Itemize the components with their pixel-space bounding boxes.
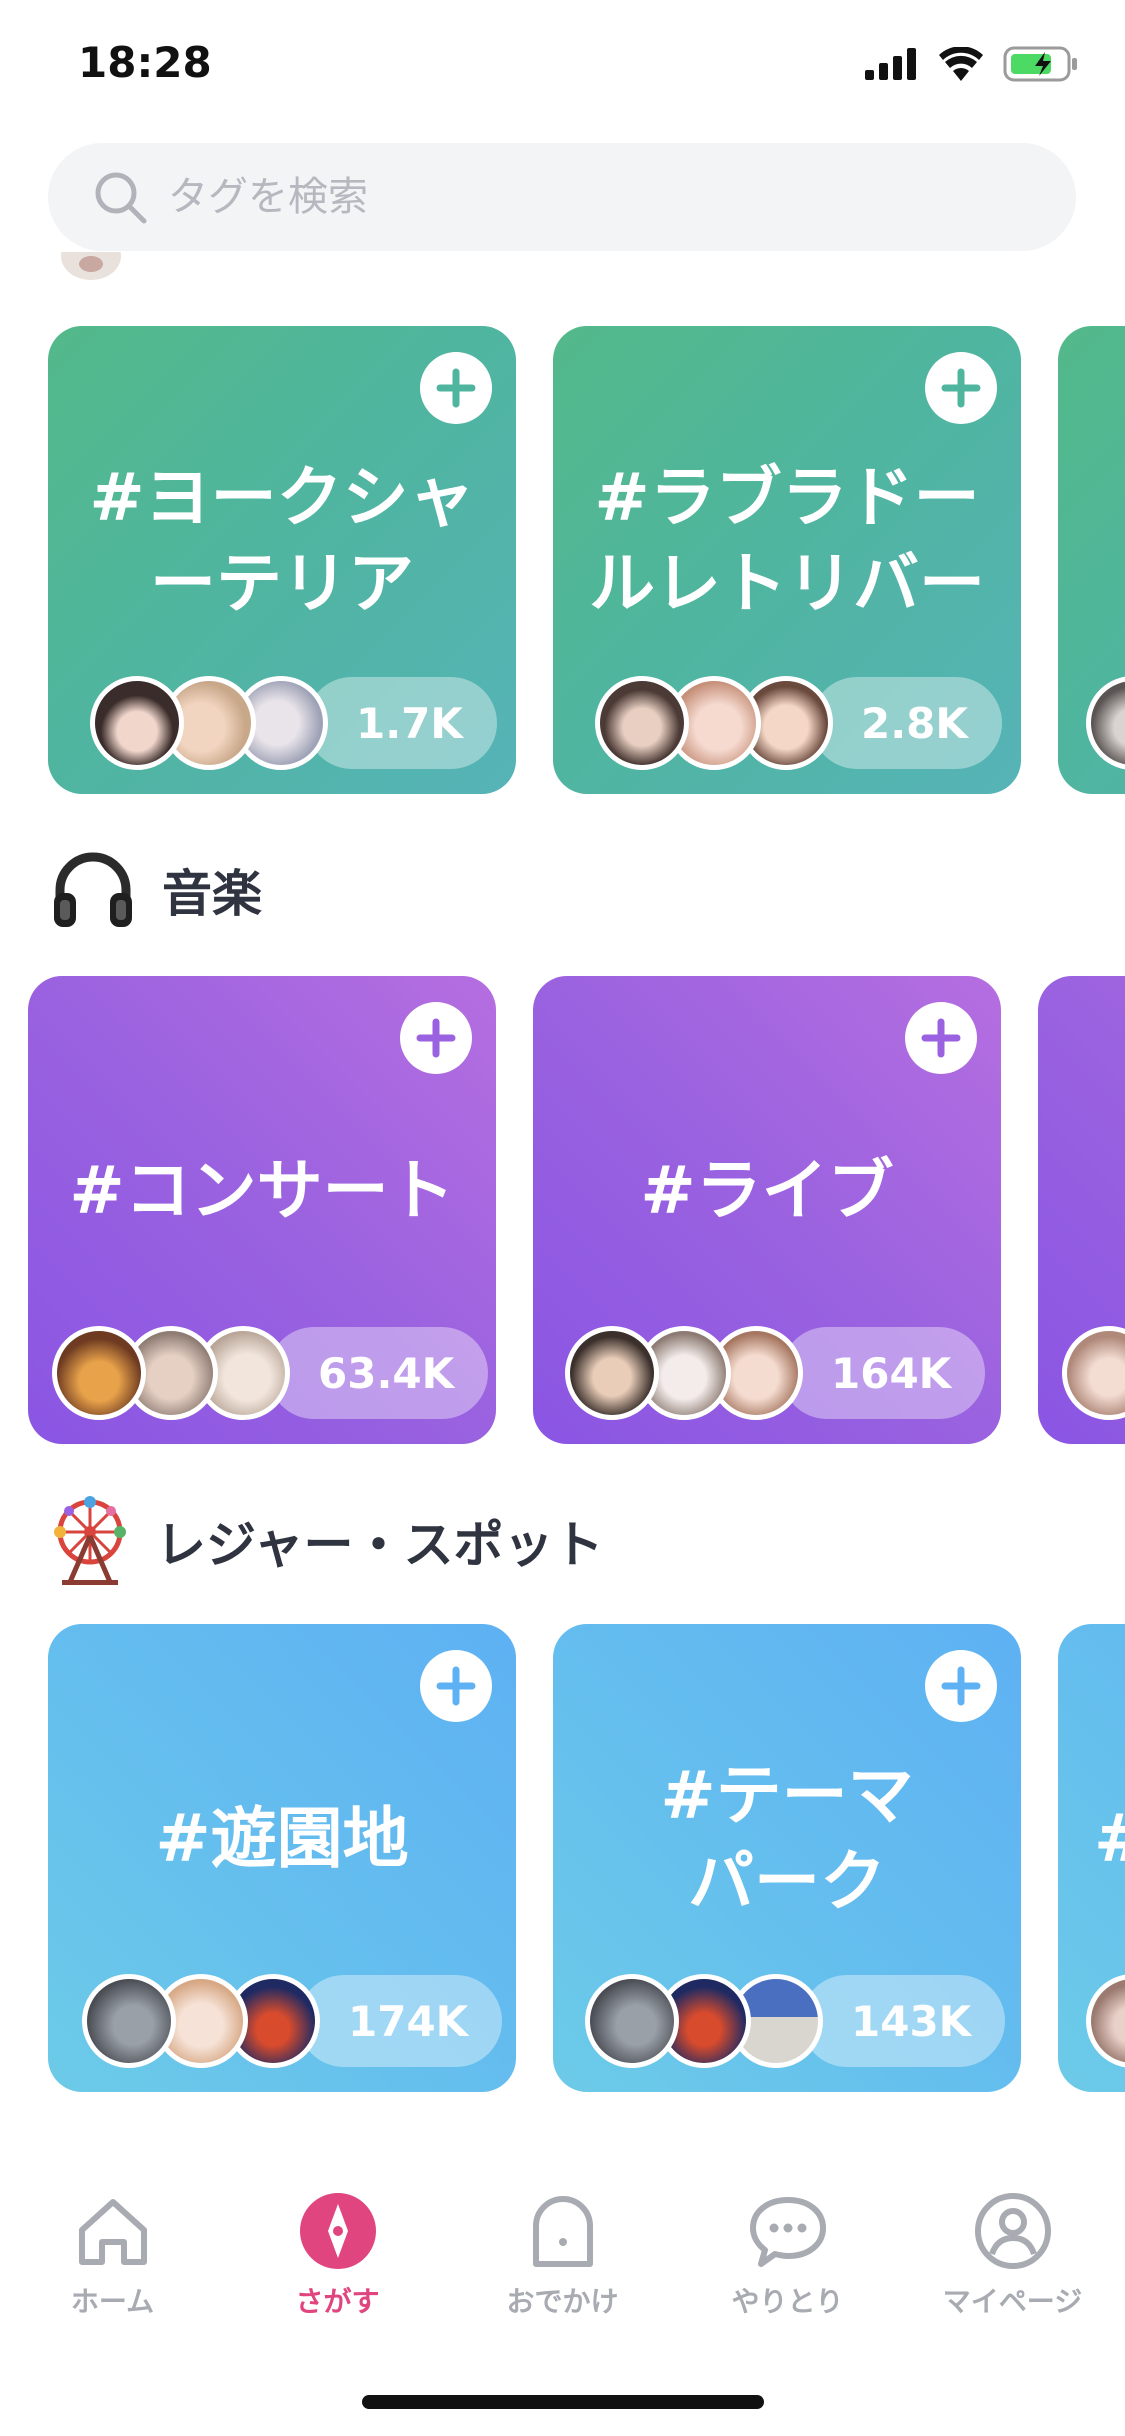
tab-label: やりとり bbox=[731, 2285, 844, 2318]
dog-tags-row: #ヨークシャ ーテリア 1.7K #ラブラドー ルレトリバー 2.8K bbox=[0, 326, 1125, 796]
ghost-icon bbox=[532, 2196, 593, 2267]
tag-card[interactable]: #ヨークシャ ーテリア 1.7K bbox=[48, 326, 516, 794]
section-heading-leisure: レジャー・スポット bbox=[48, 1496, 604, 1586]
avatar bbox=[82, 1974, 176, 2068]
tag-name: #遊園地 bbox=[155, 1800, 409, 1878]
status-time: 18:28 bbox=[78, 38, 212, 87]
avatar bbox=[595, 676, 689, 770]
tab-outing[interactable]: おでかけ bbox=[450, 2190, 675, 2340]
section-title: レジャー・スポット bbox=[156, 1516, 604, 1574]
follow-tag-button[interactable] bbox=[925, 352, 997, 424]
music-tags-row: #コンサート 63.4K #ライブ 164K bbox=[0, 976, 1125, 1446]
tag-card[interactable]: #遊園地 174K bbox=[48, 1624, 516, 2092]
search-bar[interactable] bbox=[48, 143, 1076, 251]
wifi-icon bbox=[939, 47, 983, 81]
follow-tag-button[interactable] bbox=[420, 352, 492, 424]
tag-card[interactable]: #ラブラドー ルレトリバー 2.8K bbox=[553, 326, 1021, 794]
section-title: 音楽 bbox=[162, 865, 262, 923]
tag-post-count: 1.7K bbox=[306, 677, 497, 769]
tag-card[interactable]: #テーマ パーク 143K bbox=[553, 1624, 1021, 2092]
dog-icon bbox=[61, 252, 121, 280]
avatar-group bbox=[1086, 676, 1125, 770]
avatar bbox=[565, 1326, 659, 1420]
tag-post-count: 2.8K bbox=[811, 677, 1002, 769]
tab-label: ホーム bbox=[70, 2285, 155, 2318]
tab-label: おでかけ bbox=[506, 2285, 619, 2318]
tab-home[interactable]: ホーム bbox=[0, 2190, 225, 2340]
section-heading-music: 音楽 bbox=[48, 845, 262, 935]
avatar bbox=[1062, 1326, 1125, 1420]
scrolled-section-heading bbox=[48, 252, 348, 282]
avatar bbox=[585, 1974, 679, 2068]
battery-icon bbox=[1003, 46, 1077, 82]
tag-post-count: 174K bbox=[298, 1975, 503, 2067]
avatar bbox=[90, 676, 184, 770]
tag-name-partial: # bbox=[1094, 1724, 1125, 1954]
avatar-group: 63.4K bbox=[52, 1326, 489, 1420]
tag-card-partial[interactable] bbox=[1058, 326, 1125, 794]
tab-bar: ホーム さがす おでかけ やりとり マイページ bbox=[0, 2190, 1125, 2340]
plus-icon bbox=[941, 1666, 981, 1706]
search-icon bbox=[95, 172, 147, 224]
follow-tag-button[interactable] bbox=[420, 1650, 492, 1722]
home-indicator bbox=[362, 2395, 764, 2409]
tab-mypage[interactable]: マイページ bbox=[900, 2190, 1125, 2340]
tag-card-partial[interactable]: # bbox=[1058, 1624, 1125, 2092]
avatar-group: 1.7K bbox=[90, 676, 497, 770]
avatar-group: 143K bbox=[585, 1974, 1006, 2068]
tag-post-count: 143K bbox=[801, 1975, 1006, 2067]
home-icon bbox=[78, 2199, 147, 2265]
avatar-group bbox=[1086, 1974, 1125, 2068]
headphones-icon bbox=[54, 852, 132, 927]
chat-bubble-icon bbox=[749, 2197, 826, 2267]
tag-card[interactable]: #ライブ 164K bbox=[533, 976, 1001, 1444]
tag-card-partial[interactable] bbox=[1038, 976, 1125, 1444]
tag-post-count: 63.4K bbox=[268, 1327, 489, 1419]
avatar-group: 164K bbox=[565, 1326, 986, 1420]
tab-label: さがす bbox=[295, 2285, 380, 2318]
tab-label: マイページ bbox=[942, 2285, 1083, 2318]
tag-card[interactable]: #コンサート 63.4K bbox=[28, 976, 496, 1444]
tag-name: #コンサート bbox=[69, 1152, 455, 1230]
avatar-group bbox=[1062, 1326, 1125, 1420]
tag-name: #ラブラドー ルレトリバー bbox=[589, 459, 985, 622]
avatar-group: 174K bbox=[82, 1974, 503, 2068]
ferris-wheel-icon bbox=[54, 1496, 126, 1585]
signal-icon bbox=[865, 48, 916, 80]
follow-tag-button[interactable] bbox=[905, 1002, 977, 1074]
tag-name: #ヨークシャ ーテリア bbox=[89, 459, 475, 622]
tab-messages[interactable]: やりとり bbox=[675, 2190, 900, 2340]
plus-icon bbox=[436, 1666, 476, 1706]
avatar bbox=[1086, 676, 1125, 770]
plus-icon bbox=[416, 1018, 456, 1058]
tab-search[interactable]: さがす bbox=[225, 2190, 450, 2340]
follow-tag-button[interactable] bbox=[400, 1002, 472, 1074]
avatar-group: 2.8K bbox=[595, 676, 1002, 770]
avatar bbox=[1086, 1974, 1125, 2068]
status-icons bbox=[865, 46, 1079, 82]
search-input[interactable] bbox=[166, 173, 970, 221]
plus-icon bbox=[941, 368, 981, 408]
compass-icon bbox=[299, 2193, 376, 2269]
leisure-tags-row: #遊園地 174K #テーマ パーク 143K # bbox=[0, 1624, 1125, 2094]
tag-name: #ライブ bbox=[640, 1152, 894, 1230]
profile-icon bbox=[974, 2193, 1051, 2269]
tag-name: #テーマ パーク bbox=[660, 1757, 914, 1920]
follow-tag-button[interactable] bbox=[925, 1650, 997, 1722]
plus-icon bbox=[921, 1018, 961, 1058]
tag-post-count: 164K bbox=[781, 1327, 986, 1419]
plus-icon bbox=[436, 368, 476, 408]
avatar bbox=[52, 1326, 146, 1420]
